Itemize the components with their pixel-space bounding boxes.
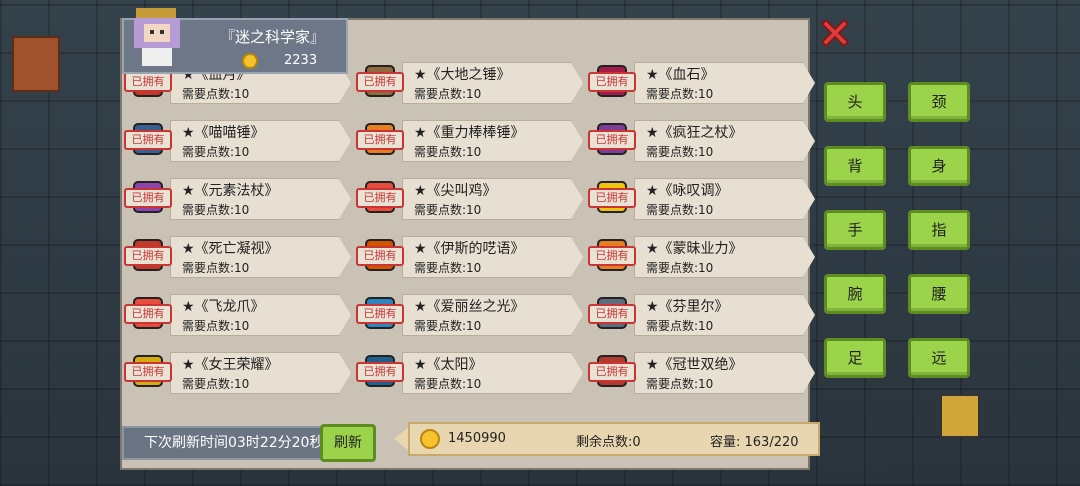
owned-badge: 已拥有 [124, 246, 172, 266]
item-cost: 需要点数:10 [182, 319, 250, 333]
item-card[interactable]: 已拥有 ★《爱丽丝之光》 需要点数:10 [354, 288, 583, 340]
item-name: ★《重力棒棒锤》 [414, 125, 525, 141]
item-cost: 需要点数:10 [646, 145, 714, 159]
item-name: ★《爱丽丝之光》 [414, 299, 525, 315]
item-cost: 需要点数:10 [182, 87, 250, 101]
item-card[interactable]: 已拥有 ★《飞龙爪》 需要点数:10 [122, 288, 351, 340]
item-name: ★《元素法杖》 [182, 183, 279, 199]
item-cost: 需要点数:10 [182, 145, 250, 159]
item-card[interactable]: 已拥有 ★《女王荣耀》 需要点数:10 [122, 346, 351, 398]
capacity: 容量: 163/220 [710, 435, 799, 450]
slot-filter-button[interactable]: 背 [824, 146, 886, 186]
owned-badge: 已拥有 [124, 130, 172, 150]
shop-title: 『迷之科学家』 [220, 28, 326, 46]
slot-filter-button[interactable]: 远 [908, 338, 970, 378]
item-cost: 需要点数:10 [414, 261, 482, 275]
item-card[interactable]: 已拥有 ★《大地之锤》 需要点数:10 [354, 56, 583, 108]
owned-badge: 已拥有 [356, 130, 404, 150]
slot-filter-button[interactable]: 身 [908, 146, 970, 186]
item-card[interactable]: 已拥有 ★《尖叫鸡》 需要点数:10 [354, 172, 583, 224]
owned-badge: 已拥有 [356, 246, 404, 266]
item-cost: 需要点数:10 [182, 261, 250, 275]
item-card[interactable]: 已拥有 ★《喵喵锤》 需要点数:10 [122, 114, 351, 166]
scientist-avatar [134, 8, 180, 66]
item-card[interactable]: 已拥有 ★《蒙昧业力》 需要点数:10 [586, 230, 815, 282]
refresh-time-text: 下次刷新时间03时22分20秒 [144, 435, 322, 451]
item-card[interactable]: 已拥有 ★《太阳》需要点数:10 [354, 346, 583, 398]
slot-filter-button[interactable]: 足 [824, 338, 886, 378]
coin-icon [242, 53, 258, 69]
refresh-button[interactable]: 刷新 [320, 424, 376, 462]
item-cost: 需要点数:10 [646, 203, 714, 217]
item-name: ★《太阳》 [414, 357, 483, 373]
owned-badge: 已拥有 [588, 304, 636, 324]
item-name: ★《飞龙爪》 [182, 299, 265, 315]
background-furniture [12, 36, 60, 92]
slot-filter-button[interactable]: 头 [824, 82, 886, 122]
slot-filter-button[interactable]: 腕 [824, 274, 886, 314]
item-card[interactable]: 已拥有 ★《血石》需要点数:10 [586, 56, 815, 108]
background-device [940, 394, 980, 438]
item-card[interactable]: 已拥有 ★《伊斯的呓语》 需要点数:10 [354, 230, 583, 282]
owned-badge: 已拥有 [588, 188, 636, 208]
item-card[interactable]: 已拥有 ★《重力棒棒锤》 需要点数:10 [354, 114, 583, 166]
owned-badge: 已拥有 [124, 362, 172, 382]
item-cost: 需要点数:10 [414, 377, 482, 391]
item-card[interactable]: 已拥有 ★《咏叹调》 需要点数:10 [586, 172, 815, 224]
item-cost: 需要点数:10 [646, 377, 714, 391]
owned-badge: 已拥有 [356, 362, 404, 382]
item-name: ★《血石》 [646, 67, 715, 83]
item-name: ★《死亡凝视》 [182, 241, 279, 257]
status-bar: 1450990 剩余点数:0 容量: 163/220 [392, 422, 820, 458]
owned-badge: 已拥有 [356, 304, 404, 324]
item-cost: 需要点数:10 [414, 319, 482, 333]
item-name: ★《喵喵锤》 [182, 125, 265, 141]
owned-badge: 已拥有 [588, 246, 636, 266]
owned-badge: 已拥有 [588, 362, 636, 382]
remaining-points: 剩余点数:0 [576, 435, 641, 450]
item-cost: 需要点数:10 [646, 87, 714, 101]
item-cost: 需要点数:10 [414, 203, 482, 217]
item-cost: 需要点数:10 [414, 87, 482, 101]
close-icon[interactable] [818, 16, 852, 50]
owned-badge: 已拥有 [356, 188, 404, 208]
slot-filter-button[interactable]: 腰 [908, 274, 970, 314]
refresh-timer: 下次刷新时间03时22分20秒 [122, 426, 322, 460]
item-cost: 需要点数:10 [414, 145, 482, 159]
item-name: ★《大地之锤》 [414, 67, 511, 83]
owned-badge: 已拥有 [588, 72, 636, 92]
owned-badge: 已拥有 [588, 130, 636, 150]
item-name: ★《女王荣耀》 [182, 357, 279, 373]
item-cost: 需要点数:10 [646, 261, 714, 275]
owned-badge: 已拥有 [124, 188, 172, 208]
slot-filter-button[interactable]: 颈 [908, 82, 970, 122]
item-card[interactable]: 已拥有 ★《疯狂之杖》 需要点数:10 [586, 114, 815, 166]
item-name: ★《芬里尔》 [646, 299, 729, 315]
item-cost: 需要点数:10 [646, 319, 714, 333]
item-name: ★《蒙昧业力》 [646, 241, 743, 257]
item-name: ★《尖叫鸡》 [414, 183, 497, 199]
item-name: ★《伊斯的呓语》 [414, 241, 525, 257]
item-cost: 需要点数:10 [182, 203, 250, 217]
item-name: ★《咏叹调》 [646, 183, 729, 199]
slot-filter-button[interactable]: 指 [908, 210, 970, 250]
coin-icon [420, 429, 440, 449]
slot-filter-button[interactable]: 手 [824, 210, 886, 250]
owned-badge: 已拥有 [124, 304, 172, 324]
item-cost: 需要点数:10 [182, 377, 250, 391]
item-name: ★《疯狂之杖》 [646, 125, 743, 141]
shop-gold: 2233 [284, 53, 318, 68]
total-gold: 1450990 [448, 431, 506, 446]
owned-badge: 已拥有 [124, 72, 172, 92]
item-card[interactable]: 已拥有 ★《芬里尔》 需要点数:10 [586, 288, 815, 340]
item-name: ★《冠世双绝》 [646, 357, 743, 373]
item-card[interactable]: 已拥有 ★《元素法杖》 需要点数:10 [122, 172, 351, 224]
item-card[interactable]: 已拥有 ★《冠世双绝》 需要点数:10 [586, 346, 815, 398]
item-card[interactable]: 已拥有 ★《死亡凝视》 需要点数:10 [122, 230, 351, 282]
owned-badge: 已拥有 [356, 72, 404, 92]
